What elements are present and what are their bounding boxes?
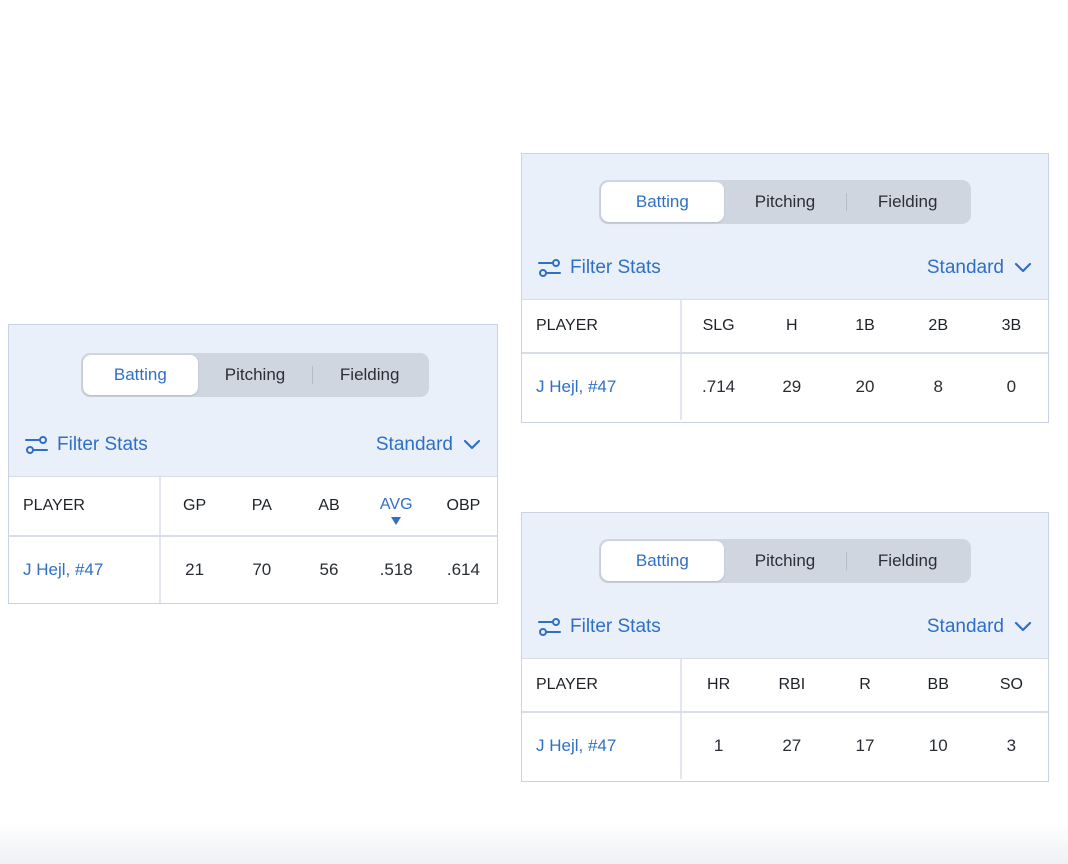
stat-value: 10 xyxy=(928,736,948,755)
stat-type-segmented-control: Batting Pitching Fielding xyxy=(599,539,971,583)
stats-table: PLAYER GP PA AB AVG OBP J Hejl, #47 21 7… xyxy=(9,476,497,603)
chevron-down-icon xyxy=(1014,262,1032,274)
table-row: J Hejl, #47 1 27 17 10 3 xyxy=(522,713,1048,779)
stats-panel-left: Batting Pitching Fielding Filter Stats S… xyxy=(8,324,498,604)
stat-value: 21 xyxy=(185,560,205,579)
tab-fielding[interactable]: Fielding xyxy=(846,541,969,581)
filter-stats-label: Filter Stats xyxy=(57,434,148,455)
column-header-1b[interactable]: 1B xyxy=(828,300,901,352)
view-dropdown[interactable]: Standard xyxy=(927,257,1032,279)
tab-fielding[interactable]: Fielding xyxy=(846,182,969,222)
tab-batting[interactable]: Batting xyxy=(601,182,724,222)
stat-value: 56 xyxy=(319,560,339,579)
filter-row: Filter Stats Standard xyxy=(538,254,1032,282)
stat-value: 20 xyxy=(855,377,875,396)
tab-pitching[interactable]: Pitching xyxy=(198,355,313,395)
view-dropdown-label: Standard xyxy=(926,616,1004,637)
view-dropdown-label: Standard xyxy=(375,434,453,455)
stats-panel-bottom-right: Batting Pitching Fielding Filter Stats S… xyxy=(521,512,1049,782)
stats-panel-top-right: Batting Pitching Fielding Filter Stats S… xyxy=(521,153,1049,423)
stat-value: .614 xyxy=(446,560,480,579)
tab-batting[interactable]: Batting xyxy=(601,541,724,581)
stats-table: PLAYER SLG H 1B 2B 3B J Hejl, #47 .714 2… xyxy=(522,299,1048,422)
column-header-avg[interactable]: AVG xyxy=(363,473,430,539)
stat-value: 27 xyxy=(782,736,802,755)
tab-pitching[interactable]: Pitching xyxy=(724,541,847,581)
column-header-slg[interactable]: SLG xyxy=(682,300,755,352)
column-header-player: PLAYER xyxy=(9,477,161,535)
table-header-row: PLAYER HR RBI R BB SO xyxy=(522,659,1048,713)
table-header-row: PLAYER SLG H 1B 2B 3B xyxy=(522,300,1048,354)
column-header-hr[interactable]: HR xyxy=(682,659,755,711)
column-header-3b[interactable]: 3B xyxy=(975,300,1048,352)
stat-value: 0 xyxy=(1006,377,1017,396)
chevron-down-icon xyxy=(463,439,481,451)
column-header-pa[interactable]: PA xyxy=(228,477,295,535)
player-link[interactable]: J Hejl, #47 xyxy=(23,560,103,580)
filter-stats-button[interactable]: Filter Stats xyxy=(538,257,661,279)
filter-stats-button[interactable]: Filter Stats xyxy=(25,434,148,456)
view-dropdown-label: Standard xyxy=(926,257,1004,278)
column-header-r[interactable]: R xyxy=(828,659,901,711)
filter-stats-label: Filter Stats xyxy=(570,616,661,637)
column-header-player: PLAYER xyxy=(522,659,682,711)
table-row: J Hejl, #47 .714 29 20 8 0 xyxy=(522,354,1048,420)
column-header-so[interactable]: SO xyxy=(975,659,1048,711)
view-dropdown[interactable]: Standard xyxy=(376,434,481,456)
tab-pitching[interactable]: Pitching xyxy=(724,182,847,222)
column-header-ab[interactable]: AB xyxy=(295,477,362,535)
stat-value: 8 xyxy=(933,377,943,396)
filter-row: Filter Stats Standard xyxy=(25,431,481,459)
filter-sliders-icon xyxy=(538,259,562,277)
stats-table: PLAYER HR RBI R BB SO J Hejl, #47 1 27 1… xyxy=(522,658,1048,781)
chevron-down-icon xyxy=(1014,621,1032,633)
stat-type-segmented-control: Batting Pitching Fielding xyxy=(599,180,971,224)
tab-batting[interactable]: Batting xyxy=(83,355,198,395)
table-row: J Hejl, #47 21 70 56 .518 .614 xyxy=(9,537,497,603)
filter-sliders-icon xyxy=(25,436,49,454)
filter-sliders-icon xyxy=(538,618,562,636)
bottom-fade xyxy=(0,824,1068,864)
player-link[interactable]: J Hejl, #47 xyxy=(536,736,616,756)
stat-value: .518 xyxy=(379,560,413,579)
stat-type-segmented-control: Batting Pitching Fielding xyxy=(81,353,429,397)
tab-fielding[interactable]: Fielding xyxy=(312,355,427,395)
view-dropdown[interactable]: Standard xyxy=(927,616,1032,638)
column-header-bb[interactable]: BB xyxy=(902,659,975,711)
stat-value: 1 xyxy=(713,736,724,755)
stat-value: .714 xyxy=(702,377,736,396)
filter-stats-label: Filter Stats xyxy=(570,257,661,278)
filter-row: Filter Stats Standard xyxy=(538,613,1032,641)
column-header-gp[interactable]: GP xyxy=(161,477,228,535)
filter-stats-button[interactable]: Filter Stats xyxy=(538,616,661,638)
column-header-rbi[interactable]: RBI xyxy=(755,659,828,711)
player-link[interactable]: J Hejl, #47 xyxy=(536,377,616,397)
column-header-obp[interactable]: OBP xyxy=(430,477,497,535)
column-header-h[interactable]: H xyxy=(755,300,828,352)
sort-desc-icon xyxy=(391,516,402,525)
column-header-2b[interactable]: 2B xyxy=(902,300,975,352)
stat-value: 70 xyxy=(252,560,272,579)
stat-value: 3 xyxy=(1006,736,1017,755)
table-header-row: PLAYER GP PA AB AVG OBP xyxy=(9,477,497,537)
column-header-player: PLAYER xyxy=(522,300,682,352)
stat-value: 17 xyxy=(855,736,875,755)
stat-value: 29 xyxy=(782,377,802,396)
